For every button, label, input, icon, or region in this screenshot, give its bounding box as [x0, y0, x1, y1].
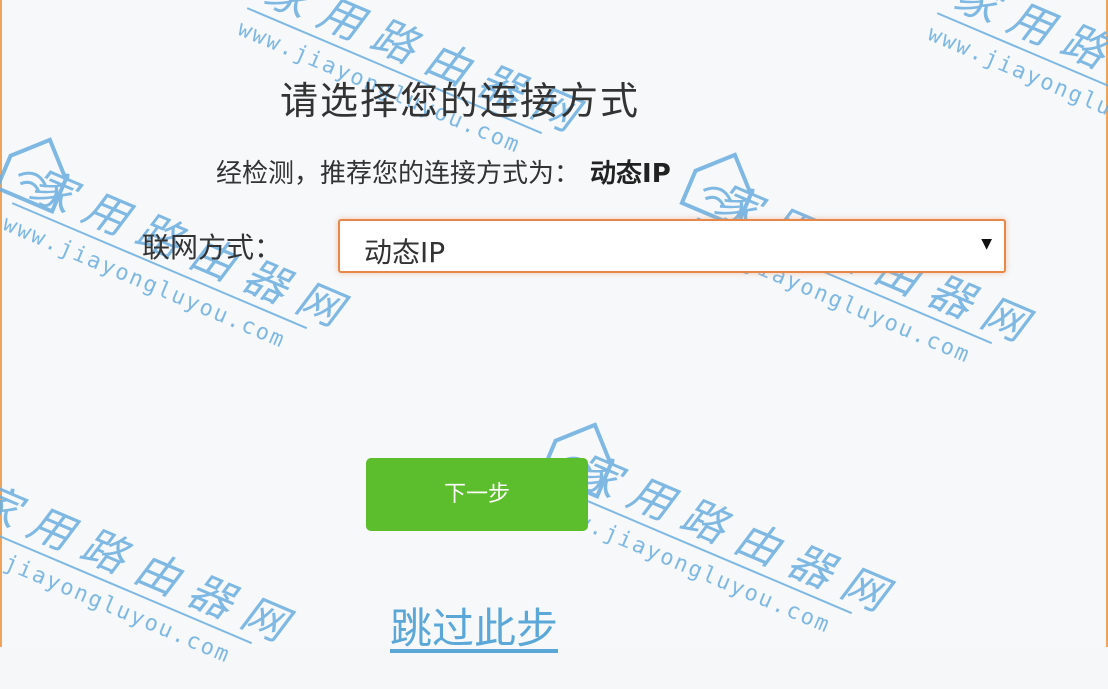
- setup-wizard-panel: 家用路由器网 www.jiayongluyou.com 家用路由器网 www.j…: [0, 0, 1108, 669]
- recommended-connection-type: 动态IP: [590, 159, 671, 189]
- house-wifi-icon: [0, 137, 68, 215]
- watermark-url: www.jiayongluyou.com: [923, 21, 1108, 164]
- watermark-rule: [0, 517, 253, 645]
- recommendation-prefix: 经检测，推荐您的连接方式为：: [216, 159, 581, 189]
- watermark-brand: 家用路由器网: [946, 0, 1108, 153]
- watermark-url: www.jiayongluyou.com: [0, 526, 235, 669]
- watermark-brand: 家用路由器网: [0, 474, 308, 658]
- watermark-rule: [556, 487, 853, 615]
- caret-down-icon: ▼: [981, 236, 992, 252]
- watermark-brand: 家用路由器网: [566, 444, 908, 628]
- connection-type-select[interactable]: 动态IP ▼: [338, 219, 1006, 273]
- connection-type-label: 联网方式：: [142, 231, 283, 264]
- next-step-button[interactable]: 下一步: [366, 458, 588, 531]
- connection-type-selected-value: 动态IP: [364, 236, 446, 269]
- page-title: 请选择您的连接方式: [280, 79, 641, 123]
- watermark-rule: [936, 12, 1108, 140]
- recommendation-text: 经检测，推荐您的连接方式为： 动态IP: [216, 153, 671, 190]
